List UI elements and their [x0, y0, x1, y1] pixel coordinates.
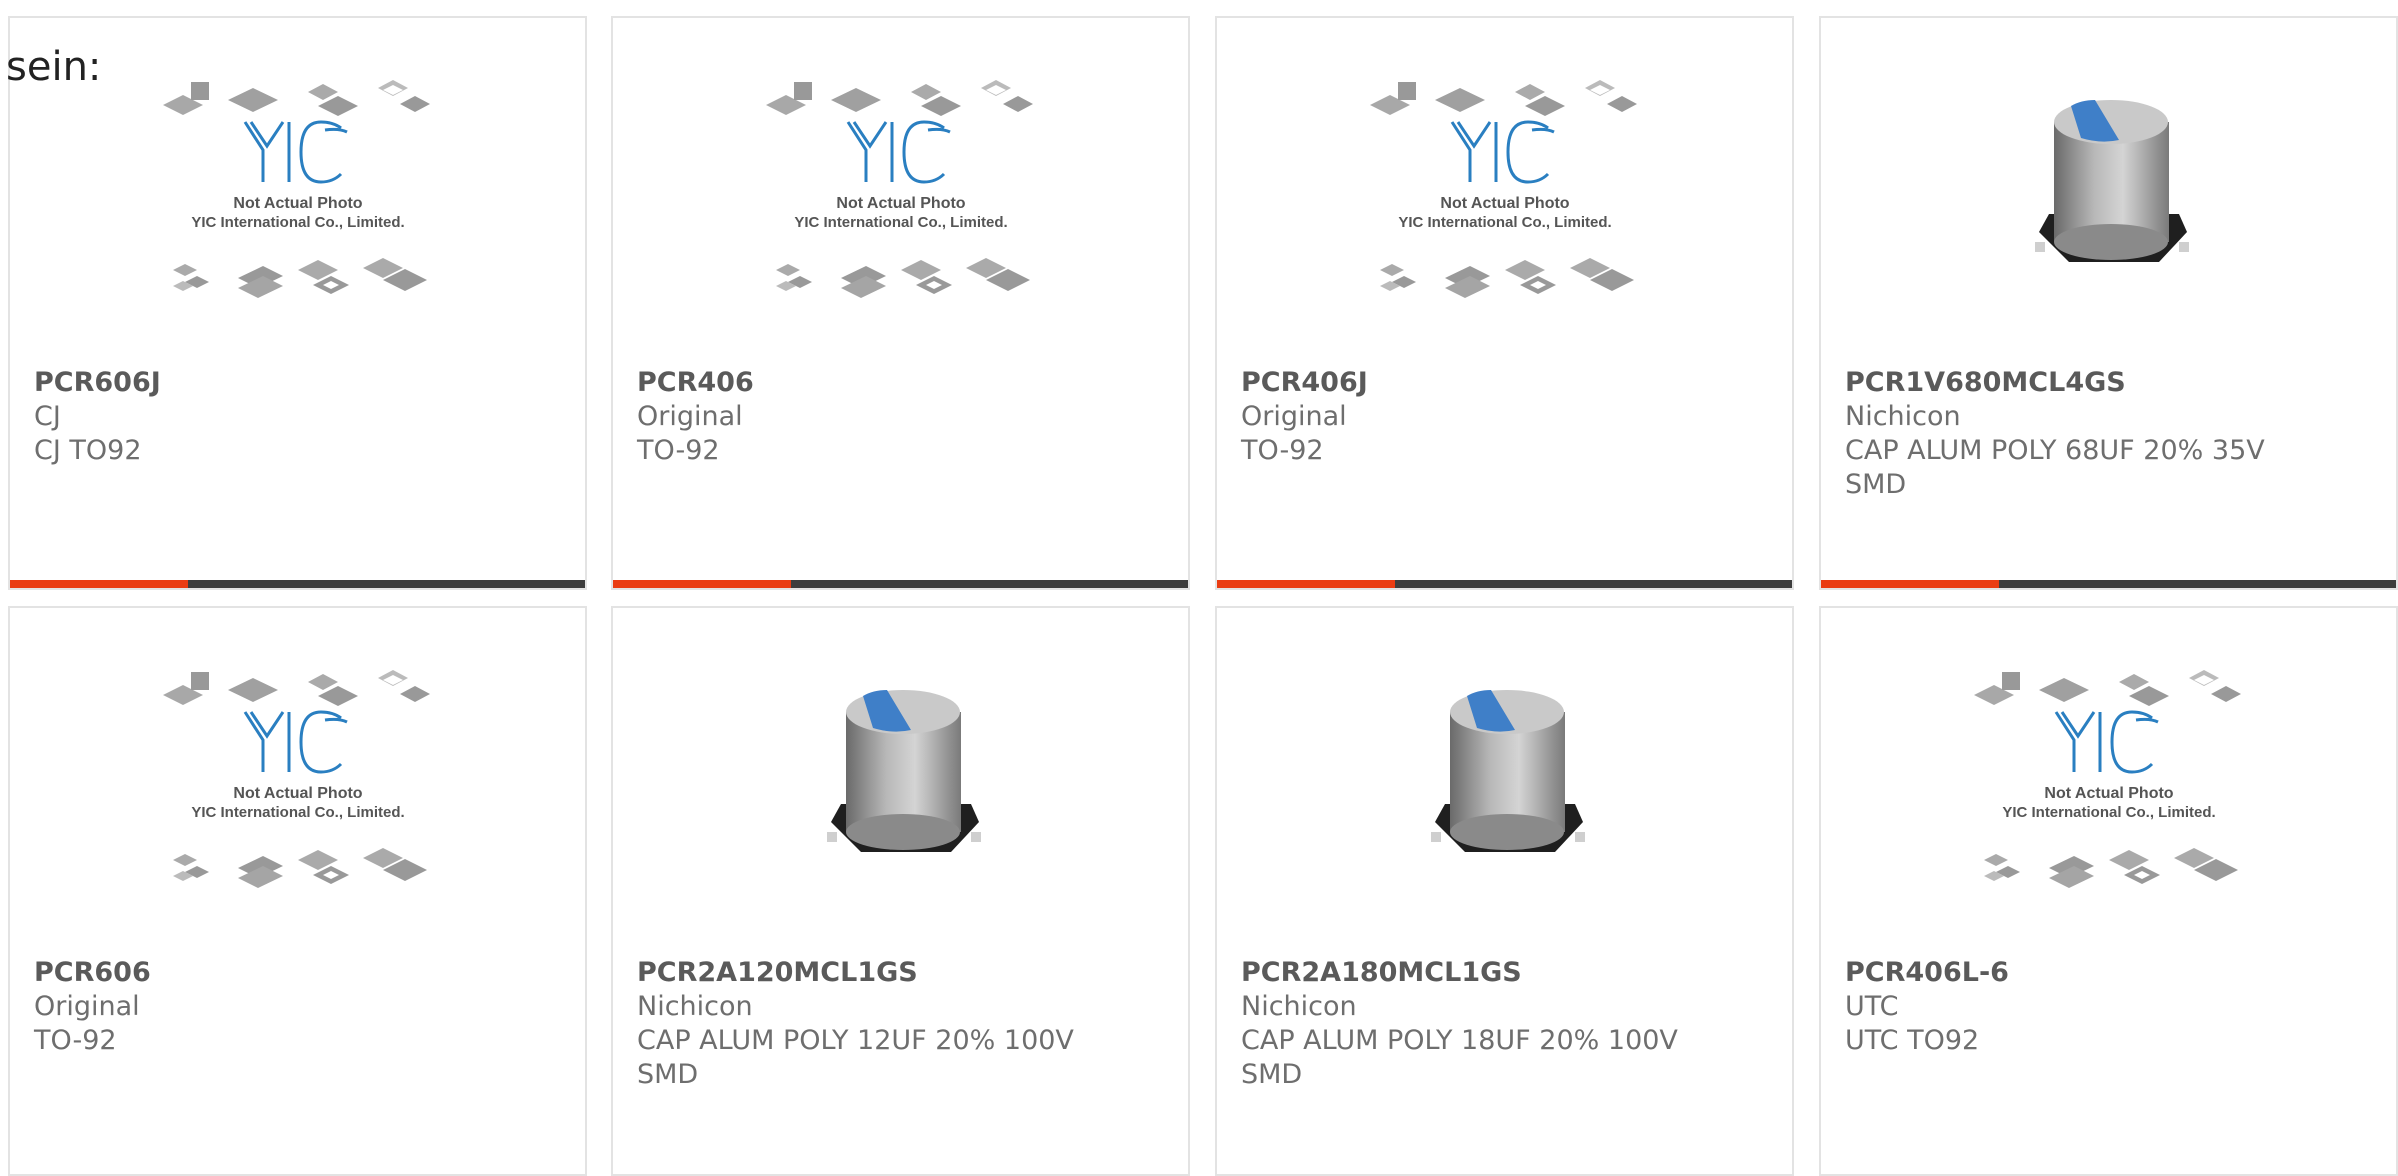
part-number[interactable]: PCR406J	[1241, 366, 1776, 400]
card-progress-accent	[613, 580, 792, 588]
product-card[interactable]: Not Actual Photo YIC International Co., …	[8, 16, 587, 590]
description: UTC TO92	[1845, 1025, 1980, 1056]
part-number[interactable]: PCR606J	[34, 366, 569, 400]
brand-name: Original	[637, 401, 743, 432]
intro-text: sein:	[6, 44, 102, 90]
product-card[interactable]: PCR1V680MCL4GS Nichicon CAP ALUM POLY 68UF…	[1819, 16, 2398, 590]
brand-name: Nichicon	[637, 991, 753, 1022]
product-card[interactable]: Not Actual Photo YIC International Co., …	[8, 606, 587, 1176]
card-progress-bar	[1821, 580, 2396, 588]
placeholder-caption-1: Not Actual Photo	[1440, 195, 1569, 212]
placeholder-caption-1: Not Actual Photo	[836, 195, 965, 212]
product-info: PCR406 Original TO-92	[637, 366, 1172, 468]
card-progress-accent	[1821, 580, 2000, 588]
product-card[interactable]: Not Actual Photo YIC International Co., …	[611, 16, 1190, 590]
brand-name: Original	[34, 991, 140, 1022]
description: CAP ALUM POLY 68UF 20% 35V	[1845, 435, 2265, 466]
product-thumbnail[interactable]: Not Actual Photo YIC International Co., …	[10, 660, 585, 960]
brand-name: CJ	[34, 401, 61, 432]
placeholder-caption-1: Not Actual Photo	[2044, 785, 2173, 802]
product-info: PCR606 Original TO-92	[34, 956, 569, 1058]
product-card[interactable]: PCR2A120MCL1GS Nichicon CAP ALUM POLY 12UF…	[611, 606, 1190, 1176]
product-thumbnail[interactable]	[613, 672, 1188, 972]
placeholder-image: Not Actual Photo YIC International Co., …	[1369, 80, 1637, 298]
brand-name: Original	[1241, 401, 1347, 432]
product-thumbnail[interactable]	[1217, 672, 1792, 972]
placeholder-caption-2: YIC International Co., Limited.	[191, 214, 404, 231]
description: TO-92	[1241, 435, 1324, 466]
capacitor-image	[826, 690, 981, 852]
product-info: PCR2A120MCL1GS Nichicon CAP ALUM POLY 12UF…	[637, 956, 1172, 1092]
description-line-2: SMD	[637, 1059, 699, 1090]
product-card[interactable]: Not Actual Photo YIC International Co., …	[1215, 16, 1794, 590]
card-progress-bar	[1217, 580, 1792, 588]
part-number[interactable]: PCR406	[637, 366, 1172, 400]
product-card[interactable]: PCR2A180MCL1GS Nichicon CAP ALUM POLY 18UF…	[1215, 606, 1794, 1176]
product-thumbnail[interactable]: Not Actual Photo YIC International Co., …	[1217, 70, 1792, 370]
brand-name: Nichicon	[1241, 991, 1357, 1022]
product-info: PCR406J Original TO-92	[1241, 366, 1776, 468]
product-info: PCR1V680MCL4GS Nichicon CAP ALUM POLY 68UF…	[1845, 366, 2380, 502]
placeholder-image: Not Actual Photo YIC International Co., …	[162, 80, 430, 298]
product-thumbnail[interactable]	[1821, 82, 2396, 382]
product-thumbnail[interactable]: Not Actual Photo YIC International Co., …	[10, 70, 585, 370]
part-number[interactable]: PCR2A180MCL1GS	[1241, 956, 1776, 990]
brand-name: UTC	[1845, 991, 1899, 1022]
part-number[interactable]: PCR406L-6	[1845, 956, 2380, 990]
product-info: PCR606J CJ CJ TO92	[34, 366, 569, 468]
card-progress-bar	[613, 580, 1188, 588]
description: CAP ALUM POLY 18UF 20% 100V	[1241, 1025, 1678, 1056]
product-thumbnail[interactable]: Not Actual Photo YIC International Co., …	[1821, 660, 2396, 960]
product-info: PCR2A180MCL1GS Nichicon CAP ALUM POLY 18UF…	[1241, 956, 1776, 1092]
placeholder-caption-2: YIC International Co., Limited.	[794, 214, 1007, 231]
placeholder-caption-2: YIC International Co., Limited.	[191, 804, 404, 821]
placeholder-caption-1: Not Actual Photo	[233, 195, 362, 212]
part-number[interactable]: PCR2A120MCL1GS	[637, 956, 1172, 990]
description: CAP ALUM POLY 12UF 20% 100V	[637, 1025, 1074, 1056]
placeholder-caption-1: Not Actual Photo	[233, 785, 362, 802]
placeholder-caption-2: YIC International Co., Limited.	[1398, 214, 1611, 231]
part-number[interactable]: PCR1V680MCL4GS	[1845, 366, 2380, 400]
capacitor-image	[1430, 690, 1585, 852]
description-line-2: SMD	[1845, 469, 1907, 500]
brand-name: Nichicon	[1845, 401, 1961, 432]
placeholder-image: Not Actual Photo YIC International Co., …	[162, 670, 430, 888]
card-progress-bar	[10, 580, 585, 588]
product-thumbnail[interactable]: Not Actual Photo YIC International Co., …	[613, 70, 1188, 370]
description: TO-92	[637, 435, 720, 466]
placeholder-image: Not Actual Photo YIC International Co., …	[1973, 670, 2241, 888]
part-number[interactable]: PCR606	[34, 956, 569, 990]
card-progress-accent	[10, 580, 189, 588]
product-card[interactable]: Not Actual Photo YIC International Co., …	[1819, 606, 2398, 1176]
description: CJ TO92	[34, 435, 142, 466]
description-line-2: SMD	[1241, 1059, 1303, 1090]
capacitor-image	[2034, 100, 2189, 262]
placeholder-image: Not Actual Photo YIC International Co., …	[765, 80, 1033, 298]
description: TO-92	[34, 1025, 117, 1056]
product-info: PCR406L-6 UTC UTC TO92	[1845, 956, 2380, 1058]
product-grid: Not Actual Photo YIC International Co., …	[0, 0, 2398, 1176]
card-progress-accent	[1217, 580, 1396, 588]
placeholder-caption-2: YIC International Co., Limited.	[2002, 804, 2215, 821]
